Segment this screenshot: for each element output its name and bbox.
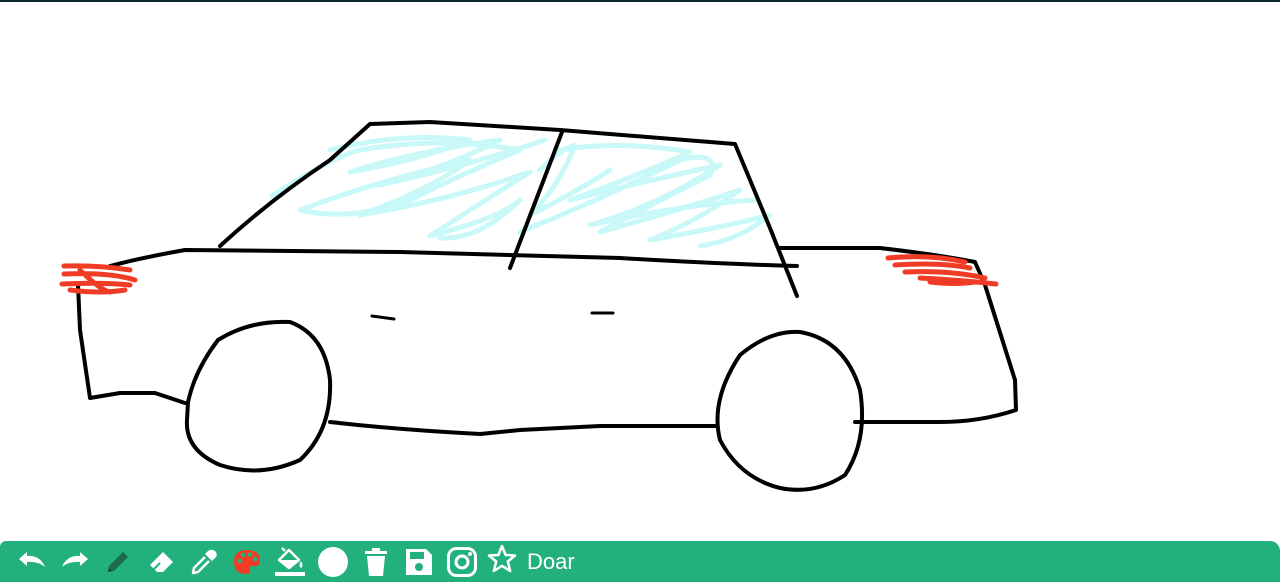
fill-bucket-icon bbox=[274, 546, 306, 578]
fill-bucket-button[interactable] bbox=[268, 541, 311, 582]
pencil-tool-button[interactable] bbox=[96, 541, 139, 582]
door-handles bbox=[370, 311, 615, 321]
eraser-tool-button[interactable] bbox=[139, 541, 182, 582]
palette-icon bbox=[232, 548, 262, 576]
redo-button[interactable] bbox=[53, 541, 96, 582]
trash-icon bbox=[363, 547, 389, 577]
eyedropper-tool-button[interactable] bbox=[182, 541, 225, 582]
car-drawing bbox=[59, 120, 1018, 492]
front-wheel bbox=[715, 329, 865, 492]
instagram-button[interactable] bbox=[440, 541, 483, 582]
instagram-icon bbox=[446, 546, 478, 578]
donate-button[interactable]: Doar bbox=[483, 541, 575, 582]
clear-canvas-button[interactable] bbox=[354, 541, 397, 582]
bottom-toolbar: Doar bbox=[0, 541, 1280, 582]
drawing-canvas[interactable] bbox=[0, 2, 1280, 538]
undo-button[interactable] bbox=[10, 541, 53, 582]
save-icon bbox=[404, 547, 434, 577]
color-palette-button[interactable] bbox=[225, 541, 268, 582]
save-button[interactable] bbox=[397, 541, 440, 582]
brush-size-button[interactable] bbox=[311, 541, 354, 582]
brush-size-icon bbox=[317, 546, 349, 578]
undo-icon bbox=[16, 550, 48, 574]
rear-wheel bbox=[184, 319, 333, 473]
car-body-outline bbox=[76, 120, 1018, 436]
window-scribble bbox=[269, 135, 773, 249]
eraser-icon bbox=[146, 548, 176, 576]
wheels bbox=[184, 319, 865, 492]
star-icon bbox=[487, 544, 517, 579]
eyedropper-icon bbox=[190, 548, 218, 576]
redo-icon bbox=[59, 550, 91, 574]
tail-light bbox=[59, 263, 138, 295]
pencil-icon bbox=[104, 548, 132, 576]
donate-label: Doar bbox=[527, 548, 575, 574]
